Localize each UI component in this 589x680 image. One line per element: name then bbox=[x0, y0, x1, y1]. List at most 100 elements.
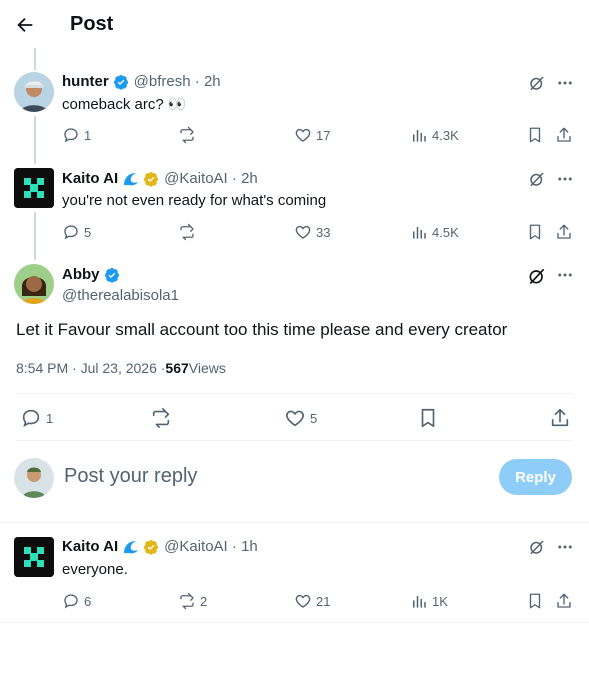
avatar[interactable] bbox=[14, 264, 54, 304]
tweet-text: comeback arc? 👀 bbox=[62, 96, 187, 113]
bookmark-icon[interactable] bbox=[417, 407, 439, 429]
avatar[interactable] bbox=[14, 537, 54, 577]
author-handle[interactable]: @KaitoAI bbox=[164, 538, 228, 555]
repost-icon bbox=[180, 592, 194, 610]
bookmark-icon[interactable] bbox=[526, 592, 544, 610]
verified-badge-icon bbox=[113, 74, 128, 90]
verified-badge-icon bbox=[104, 267, 119, 283]
share-icon[interactable] bbox=[555, 223, 573, 241]
grok-icon[interactable] bbox=[527, 266, 547, 286]
heart-icon bbox=[295, 225, 311, 239]
repost-icon bbox=[180, 126, 194, 144]
repost-count: 2 bbox=[200, 593, 208, 609]
share-icon[interactable] bbox=[555, 126, 573, 144]
views-count: 4.3K bbox=[432, 127, 459, 143]
post-timestamp[interactable]: 8:54 PM · Jul 23, 2026 · bbox=[16, 360, 165, 376]
author-name[interactable]: hunter bbox=[62, 73, 109, 90]
share-icon[interactable] bbox=[555, 592, 573, 610]
reply-submit-button[interactable]: Reply bbox=[499, 459, 572, 495]
wave-emoji-icon bbox=[122, 539, 140, 555]
reply-count: 1 bbox=[84, 127, 92, 143]
views-button[interactable]: 4.3K bbox=[410, 126, 459, 144]
divider bbox=[16, 440, 573, 441]
wave-emoji-icon bbox=[122, 171, 140, 187]
repost-button[interactable] bbox=[178, 223, 200, 241]
views-icon bbox=[413, 226, 426, 239]
author-handle[interactable]: @bfresh bbox=[134, 73, 191, 90]
back-arrow-icon[interactable] bbox=[14, 14, 36, 36]
views-count: 4.5K bbox=[432, 224, 459, 240]
gold-verified-badge-icon bbox=[144, 171, 159, 187]
reply-button[interactable]: 6 bbox=[62, 592, 91, 610]
tweet-header: Abby bbox=[62, 266, 120, 283]
author-handle[interactable]: @therealabisola1 bbox=[62, 287, 179, 304]
share-icon[interactable] bbox=[549, 407, 571, 429]
repost-icon bbox=[152, 408, 170, 428]
grok-icon[interactable] bbox=[528, 538, 546, 556]
bookmark-icon[interactable] bbox=[526, 223, 544, 241]
more-options-icon[interactable] bbox=[556, 266, 574, 284]
reply-count: 6 bbox=[84, 593, 92, 609]
avatar[interactable] bbox=[14, 72, 54, 112]
views-icon bbox=[413, 595, 426, 608]
timestamp[interactable]: 2h bbox=[204, 73, 221, 90]
heart-icon bbox=[295, 594, 311, 608]
like-count: 17 bbox=[316, 127, 331, 143]
like-button[interactable]: 33 bbox=[294, 223, 330, 241]
views-icon bbox=[413, 129, 426, 142]
avatar[interactable] bbox=[14, 168, 54, 208]
reply-button[interactable]: 1 bbox=[62, 126, 91, 144]
author-handle[interactable]: @KaitoAI bbox=[164, 170, 228, 187]
divider bbox=[16, 393, 573, 394]
views-count: 1K bbox=[432, 593, 448, 609]
timestamp[interactable]: 1h bbox=[241, 538, 258, 555]
repost-button[interactable] bbox=[178, 126, 200, 144]
views-button[interactable]: 1K bbox=[410, 592, 448, 610]
tweet-text: you're not even ready for what's coming bbox=[62, 192, 327, 209]
tweet-header: Kaito AI @KaitoAI · 2h bbox=[62, 170, 258, 187]
repost-button[interactable] bbox=[150, 407, 176, 429]
divider bbox=[0, 522, 589, 523]
like-count: 5 bbox=[310, 410, 318, 426]
page-title: Post bbox=[70, 13, 114, 35]
reply-input[interactable]: Post your reply bbox=[64, 465, 197, 488]
grok-icon[interactable] bbox=[528, 170, 546, 188]
bookmark-icon[interactable] bbox=[526, 126, 544, 144]
tweet-header: hunter @bfresh · 2h bbox=[62, 73, 221, 90]
reply-button[interactable]: 5 bbox=[62, 223, 91, 241]
author-name[interactable]: Abby bbox=[62, 266, 100, 283]
reply-icon bbox=[64, 594, 78, 609]
like-button[interactable]: 21 bbox=[294, 592, 330, 610]
tweet-text: everyone. bbox=[62, 561, 128, 578]
tweet-header: Kaito AI @KaitoAI · 1h bbox=[62, 538, 258, 555]
like-button[interactable]: 17 bbox=[294, 126, 330, 144]
thread-line bbox=[34, 212, 36, 260]
timestamp[interactable]: 2h bbox=[241, 170, 258, 187]
repost-button[interactable]: 2 bbox=[178, 592, 207, 610]
heart-icon bbox=[286, 410, 304, 427]
reply-icon bbox=[22, 409, 40, 427]
more-options-icon[interactable] bbox=[556, 74, 574, 92]
reply-count: 1 bbox=[46, 410, 54, 426]
post-text: Let it Favour small account too this tim… bbox=[16, 320, 508, 339]
views-count: 567 bbox=[165, 360, 189, 376]
like-count: 21 bbox=[316, 593, 331, 609]
grok-icon[interactable] bbox=[528, 74, 546, 92]
post-meta: 8:54 PM · Jul 23, 2026 · 567 Views bbox=[16, 360, 226, 376]
like-count: 33 bbox=[316, 224, 331, 240]
like-button[interactable]: 5 bbox=[284, 407, 317, 429]
gold-verified-badge-icon bbox=[144, 539, 159, 555]
reply-icon bbox=[64, 225, 78, 240]
reply-count: 5 bbox=[84, 224, 92, 240]
author-name[interactable]: Kaito AI bbox=[62, 170, 118, 187]
thread-line bbox=[34, 116, 36, 164]
repost-icon bbox=[180, 223, 194, 241]
author-name[interactable]: Kaito AI bbox=[62, 538, 118, 555]
views-button[interactable]: 4.5K bbox=[410, 223, 459, 241]
more-options-icon[interactable] bbox=[556, 170, 574, 188]
reply-icon bbox=[64, 128, 78, 143]
more-options-icon[interactable] bbox=[556, 538, 574, 556]
reply-button[interactable]: 1 bbox=[20, 407, 53, 429]
thread-line bbox=[34, 48, 36, 70]
avatar bbox=[14, 458, 54, 498]
